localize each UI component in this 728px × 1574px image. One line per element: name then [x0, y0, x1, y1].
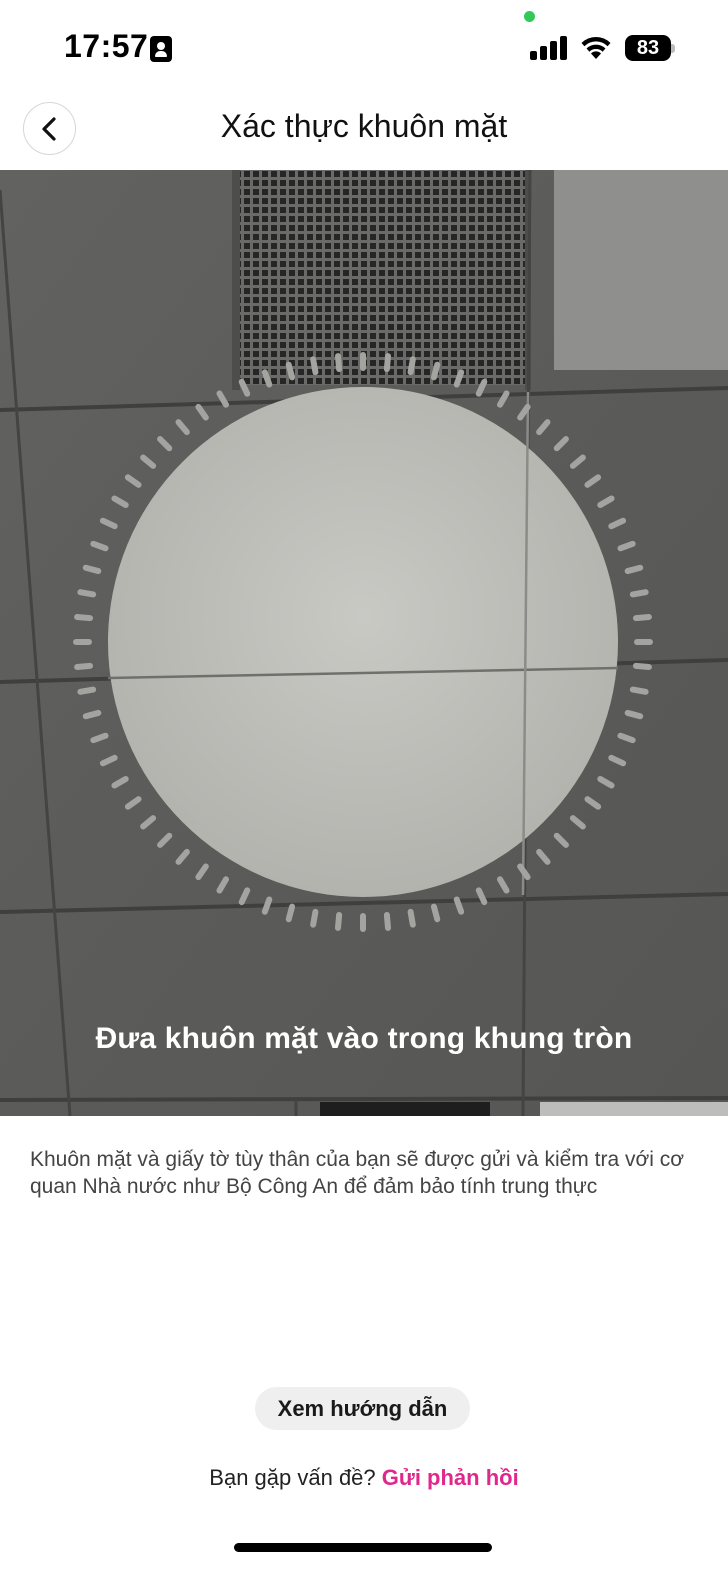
progress-tick — [430, 903, 441, 923]
progress-tick — [629, 686, 649, 695]
contact-card-icon — [150, 36, 172, 62]
progress-tick — [383, 353, 392, 373]
send-feedback-link[interactable]: Gửi phản hồi — [382, 1465, 519, 1490]
signal-icon — [530, 36, 568, 60]
progress-tick — [334, 353, 343, 373]
camera-in-use-indicator — [524, 11, 535, 22]
progress-tick — [383, 911, 392, 931]
feedback-row: Bạn gặp vấn đề? Gửi phản hồi — [0, 1465, 728, 1491]
progress-tick — [90, 540, 109, 552]
camera-preview: Đưa khuôn mặt vào trong khung tròn — [0, 170, 728, 1116]
progress-tick — [632, 613, 652, 622]
progress-tick — [617, 732, 636, 744]
progress-tick — [261, 369, 273, 388]
progress-tick — [624, 564, 644, 575]
privacy-description: Khuôn mặt và giấy tờ tùy thân của bạn sẽ… — [30, 1148, 684, 1198]
battery-icon: 83 — [625, 35, 675, 61]
nav-header: Xác thực khuôn mặt — [0, 96, 728, 170]
progress-tick — [261, 896, 273, 915]
progress-tick — [74, 662, 94, 671]
progress-tick — [285, 361, 296, 381]
wifi-icon — [580, 33, 612, 61]
progress-tick — [310, 356, 319, 376]
status-bar: 17:57 83 — [0, 0, 728, 96]
progress-tick — [629, 589, 649, 598]
progress-tick — [407, 356, 416, 376]
face-instruction: Đưa khuôn mặt vào trong khung tròn — [95, 1022, 633, 1055]
progress-tick — [285, 903, 296, 923]
progress-tick — [82, 709, 102, 720]
feedback-prompt: Bạn gặp vấn đề? — [209, 1465, 376, 1490]
camera-feed — [0, 170, 728, 1116]
home-indicator[interactable] — [234, 1543, 492, 1552]
progress-tick — [624, 709, 644, 720]
progress-tick — [453, 369, 465, 388]
battery-level: 83 — [636, 37, 660, 59]
progress-tick — [310, 908, 319, 928]
progress-tick — [74, 613, 94, 622]
progress-tick — [90, 732, 109, 744]
progress-tick — [632, 662, 652, 671]
view-guide-button[interactable]: Xem hướng dẫn — [255, 1387, 470, 1430]
progress-tick — [617, 540, 636, 552]
page-title: Xác thực khuôn mặt — [220, 108, 508, 144]
progress-tick — [453, 896, 465, 915]
progress-tick — [77, 589, 97, 598]
status-time: 17:57 — [64, 28, 149, 64]
progress-tick — [77, 686, 97, 695]
progress-tick — [82, 564, 102, 575]
progress-tick — [430, 361, 441, 381]
progress-tick — [334, 911, 343, 931]
progress-tick — [407, 908, 416, 928]
